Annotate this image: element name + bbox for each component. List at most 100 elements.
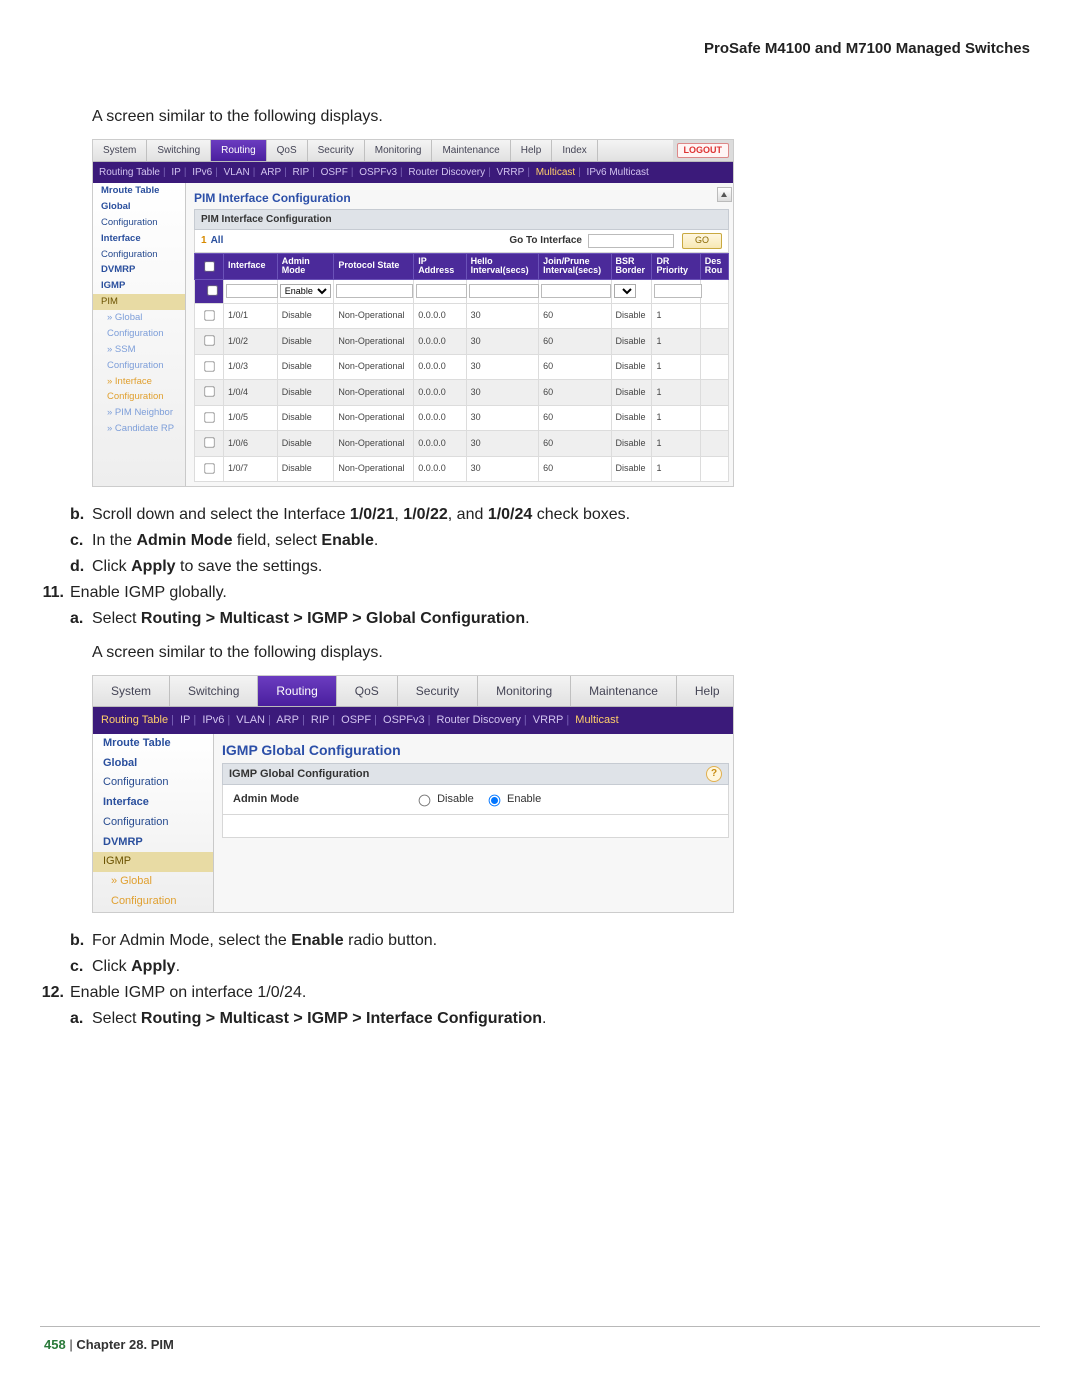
row-checkbox[interactable]	[204, 310, 214, 320]
subtab-routing-table[interactable]: Routing Table	[101, 714, 168, 726]
row-checkbox[interactable]	[204, 361, 214, 371]
admin-mode-disable-radio[interactable]	[419, 795, 431, 807]
sidebar-mroute[interactable]: Mroute Table	[93, 734, 213, 754]
tab-switching[interactable]: Switching	[147, 140, 211, 161]
cell-protocol-state: Non-Operational	[334, 380, 414, 406]
subtab-multicast[interactable]: Multicast	[536, 167, 575, 178]
sidebar-igmp[interactable]: IGMP	[93, 278, 185, 294]
help-icon[interactable]: ?	[706, 766, 722, 782]
subtab-ip[interactable]: IP	[180, 714, 190, 726]
go-button[interactable]: GO	[682, 233, 722, 249]
subtab-ipv6[interactable]: IPv6	[192, 167, 212, 178]
goto-interface-input[interactable]	[588, 234, 674, 248]
scrollbar-up-icon[interactable]	[717, 187, 732, 202]
cell-admin-mode: Disable	[277, 405, 334, 431]
page-number: 458	[44, 1337, 66, 1352]
tab-security[interactable]: Security	[308, 140, 365, 161]
tab-switching[interactable]: Switching	[170, 676, 258, 706]
tab-routing[interactable]: Routing	[258, 676, 336, 706]
sidebar-interface-conf[interactable]: Configuration	[93, 813, 213, 833]
tab-security[interactable]: Security	[398, 676, 478, 706]
sidebar-candidate-rp[interactable]: » Candidate RP	[93, 421, 185, 437]
subtab-multicast[interactable]: Multicast	[575, 714, 618, 726]
sidebar-igmp-global[interactable]: » Global	[93, 872, 213, 892]
tab-monitoring[interactable]: Monitoring	[365, 140, 433, 161]
row-checkbox[interactable]	[204, 387, 214, 397]
admin-mode-enable-radio[interactable]	[489, 795, 501, 807]
sidebar-interface[interactable]: Interface	[93, 793, 213, 813]
cell-des-rou	[700, 380, 728, 406]
subtab-vlan[interactable]: VLAN	[236, 714, 265, 726]
row-checkbox[interactable]	[204, 412, 214, 422]
sidebar-igmp-global-conf[interactable]: Configuration	[93, 892, 213, 912]
tab-qos[interactable]: QoS	[267, 140, 308, 161]
tab-routing[interactable]: Routing	[211, 140, 266, 161]
sidebar-interface[interactable]: Interface	[93, 231, 185, 247]
subtab-routing-table[interactable]: Routing Table	[99, 167, 160, 178]
sidebar-igmp[interactable]: IGMP	[93, 852, 213, 872]
row-checkbox[interactable]	[204, 463, 214, 473]
tab-system[interactable]: System	[93, 140, 147, 161]
input-hello[interactable]	[469, 284, 539, 298]
cell-bsr: Disable	[611, 329, 652, 355]
subtab-ipv6[interactable]: IPv6	[202, 714, 224, 726]
subtab-router-discovery[interactable]: Router Discovery	[408, 167, 485, 178]
subtab-ip[interactable]: IP	[171, 167, 180, 178]
sidebar-global-conf[interactable]: Configuration	[93, 773, 213, 793]
row-checkbox[interactable]	[204, 336, 214, 346]
sidebar-pim-interface[interactable]: » Interface	[93, 374, 185, 390]
sidebar-pim-ssm-conf[interactable]: Configuration	[93, 358, 185, 374]
tab-help[interactable]: Help	[511, 140, 553, 161]
sidebar-dvmrp[interactable]: DVMRP	[93, 262, 185, 278]
subtab-vrrp[interactable]: VRRP	[497, 167, 525, 178]
sidebar-global[interactable]: Global	[93, 754, 213, 774]
tab-monitoring[interactable]: Monitoring	[478, 676, 571, 706]
sidebar-pim-neighbor[interactable]: » PIM Neighbor	[93, 405, 185, 421]
filter-all-label[interactable]: All	[211, 233, 224, 248]
tab-maintenance[interactable]: Maintenance	[571, 676, 677, 706]
input-protocol-state[interactable]	[336, 284, 413, 298]
sidebar-mroute[interactable]: Mroute Table	[93, 183, 185, 199]
sidebar-pim[interactable]: PIM	[93, 294, 185, 310]
tab-maintenance[interactable]: Maintenance	[432, 140, 510, 161]
subtab-router-discovery[interactable]: Router Discovery	[437, 714, 521, 726]
col-checkbox[interactable]	[195, 253, 224, 280]
cell-ip: 0.0.0.0	[414, 354, 466, 380]
sidebar-pim-global-conf[interactable]: Configuration	[93, 326, 185, 342]
tab-index[interactable]: Index	[552, 140, 597, 161]
input-interface[interactable]	[226, 284, 278, 298]
input-dr[interactable]	[654, 284, 701, 298]
subtab-ospfv3[interactable]: OSPFv3	[359, 167, 397, 178]
sidebar-global-conf[interactable]: Configuration	[93, 215, 185, 231]
sidebar-interface-conf[interactable]: Configuration	[93, 247, 185, 263]
subtab-rip[interactable]: RIP	[293, 167, 310, 178]
tab-help[interactable]: Help	[677, 676, 734, 706]
subtab-ipv6-multicast[interactable]: IPv6 Multicast	[587, 167, 649, 178]
panel-title-2: IGMP Global Configuration	[222, 740, 729, 761]
subtab-arp[interactable]: ARP	[276, 714, 299, 726]
sidebar-global[interactable]: Global	[93, 199, 185, 215]
sidebar-pim-interface-conf[interactable]: Configuration	[93, 389, 185, 405]
subtab-ospf[interactable]: OSPF	[341, 714, 371, 726]
cell-dr: 1	[652, 303, 700, 329]
tab-system[interactable]: System	[93, 676, 170, 706]
admin-mode-select[interactable]: Enable	[280, 284, 331, 298]
subtab-arp[interactable]: ARP	[261, 167, 282, 178]
row-select-all[interactable]	[203, 286, 221, 296]
logout-button[interactable]: LOGOUT	[677, 143, 730, 159]
subtab-vrrp[interactable]: VRRP	[533, 714, 564, 726]
step-11b-label: b.	[70, 929, 92, 953]
cell-interface: 1/0/7	[224, 456, 278, 482]
subtab-ospfv3[interactable]: OSPFv3	[383, 714, 425, 726]
tab-qos[interactable]: QoS	[337, 676, 398, 706]
sidebar-pim-ssm[interactable]: » SSM	[93, 342, 185, 358]
subtab-vlan[interactable]: VLAN	[224, 167, 250, 178]
subtab-ospf[interactable]: OSPF	[321, 167, 348, 178]
row-checkbox[interactable]	[204, 438, 214, 448]
input-ip[interactable]	[416, 284, 467, 298]
sidebar-pim-global[interactable]: » Global	[93, 310, 185, 326]
input-join-prune[interactable]	[541, 284, 611, 298]
bsr-border-select[interactable]	[614, 284, 636, 298]
subtab-rip[interactable]: RIP	[311, 714, 329, 726]
sidebar-dvmrp[interactable]: DVMRP	[93, 833, 213, 853]
